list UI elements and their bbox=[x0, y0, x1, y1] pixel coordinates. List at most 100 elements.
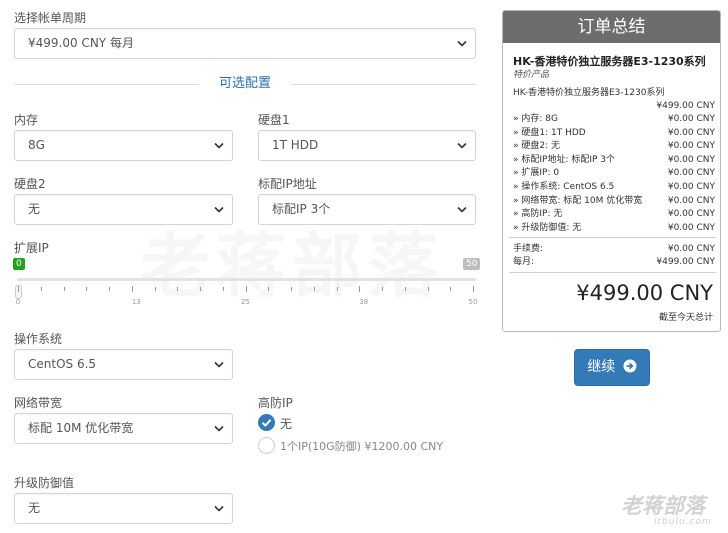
summary-item-value: ¥0.00 CNY bbox=[667, 168, 715, 179]
summary-item-label: » 标配IP地址: 标配IP 3个 bbox=[513, 154, 616, 165]
total-note: 截至今天总计 bbox=[658, 313, 713, 323]
base-price: ¥499.00 CNY bbox=[656, 101, 715, 111]
summary-item-label: » 扩展IP: 0 bbox=[513, 168, 560, 179]
ddos-upgrade-label: 升级防御值 bbox=[14, 476, 75, 490]
slider-tick bbox=[291, 287, 292, 291]
setup-fee-value: ¥0.00 CNY bbox=[667, 244, 715, 254]
summary-item-label: » 硬盘1: 1T HDD bbox=[513, 127, 586, 138]
summary-item: » 扩展IP: 0 ¥0.00 CNY bbox=[513, 167, 715, 180]
setup-fee-label: 手续费: bbox=[513, 244, 544, 254]
slider-tick bbox=[382, 287, 383, 291]
summary-item-label: » 高防IP: 无 bbox=[513, 209, 563, 220]
bandwidth-select[interactable]: 标配 10M 优化带宽 bbox=[14, 413, 233, 444]
ip-label: 标配IP地址 bbox=[258, 177, 317, 191]
slider-value-bubble: 0 bbox=[13, 258, 25, 270]
continue-button[interactable]: 继续 bbox=[574, 349, 650, 386]
summary-item: » 内存: 8G ¥0.00 CNY bbox=[513, 113, 715, 126]
slider-max-bubble: 50 bbox=[463, 258, 481, 270]
ip-select[interactable]: 标配IP 3个 bbox=[258, 194, 476, 225]
bandwidth-value: 标配 10M 优化带宽 bbox=[28, 421, 134, 435]
slider-tick bbox=[359, 286, 361, 292]
continue-button-label: 继续 bbox=[587, 359, 616, 375]
summary-item-value: ¥0.00 CNY bbox=[667, 154, 715, 165]
billing-cycle-value: ¥499.00 CNY 每月 bbox=[28, 36, 134, 50]
section-title: 可选配置 bbox=[218, 76, 271, 91]
product-group: 特价产品 bbox=[513, 70, 550, 80]
slider-tick bbox=[450, 287, 452, 291]
chevron-down-icon bbox=[457, 40, 467, 47]
divider bbox=[509, 272, 716, 273]
extra-ip-slider-track[interactable] bbox=[17, 278, 476, 281]
summary-item: » 升级防御值: 无 ¥0.00 CNY bbox=[513, 222, 715, 235]
chevron-down-icon bbox=[214, 361, 224, 368]
summary-item: » 操作系统: CentOS 6.5 ¥0.00 CNY bbox=[513, 181, 715, 194]
order-summary-title: 订单总结 bbox=[503, 11, 720, 43]
summary-item-value: ¥0.00 CNY bbox=[667, 182, 715, 192]
bandwidth-label: 网络带宽 bbox=[14, 396, 63, 410]
slider-tick bbox=[222, 287, 224, 291]
slider-tick-label: 0 bbox=[15, 298, 21, 306]
slider-tick bbox=[313, 287, 315, 291]
billing-cycle-select[interactable]: ¥499.00 CNY 每月 bbox=[14, 28, 476, 59]
slider-tick bbox=[177, 287, 179, 291]
ddos-ip-label: 高防IP bbox=[258, 396, 293, 410]
summary-item-value: ¥0.00 CNY bbox=[667, 195, 715, 206]
optional-config-heading: 可选配置 bbox=[14, 76, 476, 94]
slider-tick bbox=[86, 287, 88, 291]
base-price-row: ¥499.00 CNY bbox=[513, 100, 715, 113]
ddos-ip-option-1ip-label[interactable]: 1个IP(10G防御) ¥1200.00 CNY bbox=[280, 438, 443, 454]
memory-label: 内存 bbox=[14, 113, 39, 127]
ip-value: 标配IP 3个 bbox=[272, 202, 331, 216]
monthly-row: 每月: ¥499.00 CNY bbox=[513, 256, 715, 269]
os-label: 操作系统 bbox=[14, 332, 63, 346]
ddos-ip-option-1ip-radio[interactable] bbox=[258, 437, 275, 454]
slider-tick bbox=[200, 287, 201, 291]
slider-tick bbox=[18, 286, 19, 292]
summary-item: » 硬盘1: 1T HDD ¥0.00 CNY bbox=[513, 127, 715, 140]
billing-cycle-label: 选择帐单周期 bbox=[14, 11, 87, 25]
slider-tick bbox=[109, 287, 110, 291]
chevron-down-icon bbox=[457, 206, 467, 213]
summary-item-value: ¥0.00 CNY bbox=[667, 141, 715, 152]
disk2-value: 无 bbox=[28, 202, 41, 216]
disk2-label: 硬盘2 bbox=[14, 177, 46, 191]
os-value: CentOS 6.5 bbox=[28, 357, 97, 371]
summary-item-value: ¥0.00 CNY bbox=[667, 222, 715, 233]
chevron-down-icon bbox=[214, 505, 224, 512]
ddos-upgrade-select[interactable]: 无 bbox=[14, 493, 233, 524]
disk1-label: 硬盘1 bbox=[258, 113, 290, 127]
extra-ip-label: 扩展IP bbox=[14, 241, 49, 255]
os-select[interactable]: CentOS 6.5 bbox=[14, 349, 233, 380]
chevron-down-icon bbox=[214, 142, 224, 149]
ddos-ip-option-none-radio[interactable] bbox=[258, 414, 275, 431]
disk1-select[interactable]: 1T HDD bbox=[258, 130, 476, 161]
slider-tick bbox=[131, 286, 133, 292]
summary-item: » 高防IP: 无 ¥0.00 CNY bbox=[513, 208, 715, 221]
monthly-value: ¥499.00 CNY bbox=[656, 257, 715, 267]
watermark-logo: 老蒋部落 bbox=[621, 494, 705, 518]
divider bbox=[509, 237, 716, 238]
product-name: HK-香港特价独立服务器E3-1230系列 bbox=[513, 55, 706, 68]
monthly-label: 每月: bbox=[513, 257, 535, 267]
slider-tick-label: 50 bbox=[468, 298, 478, 306]
slider-tick bbox=[40, 287, 42, 291]
slider-tick bbox=[268, 287, 270, 291]
watermark-url: itbulu.com bbox=[654, 517, 712, 527]
summary-item: » 硬盘2: 无 ¥0.00 CNY bbox=[513, 140, 715, 153]
check-icon bbox=[261, 419, 272, 427]
slider-tick bbox=[336, 287, 338, 291]
setup-fee-row: 手续费: ¥0.00 CNY bbox=[513, 243, 715, 256]
memory-select[interactable]: 8G bbox=[14, 130, 233, 161]
slider-tick bbox=[473, 286, 474, 292]
chevron-down-icon bbox=[214, 206, 224, 213]
ddos-ip-option-none-label[interactable]: 无 bbox=[280, 415, 292, 432]
ddos-upgrade-value: 无 bbox=[28, 501, 41, 515]
summary-item-label: » 硬盘2: 无 bbox=[513, 141, 560, 152]
slider-tick-label: 13 bbox=[131, 298, 141, 306]
chevron-down-icon bbox=[214, 425, 224, 432]
order-summary-panel: 订单总结 HK-香港特价独立服务器E3-1230系列 特价产品 HK-香港特价独… bbox=[502, 10, 721, 332]
disk2-select[interactable]: 无 bbox=[14, 194, 233, 225]
slider-tick bbox=[427, 287, 429, 291]
disk1-value: 1T HDD bbox=[272, 138, 319, 152]
slider-tick bbox=[154, 287, 156, 291]
